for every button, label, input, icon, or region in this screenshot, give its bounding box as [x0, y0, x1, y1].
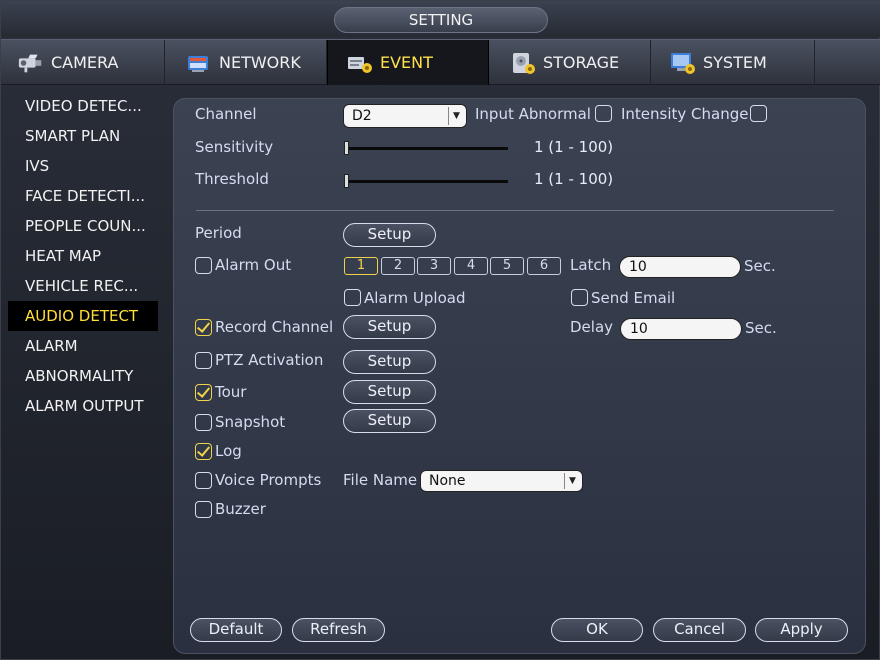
threshold-slider-track[interactable]: [345, 180, 508, 183]
storage-icon: [509, 51, 537, 75]
tab-system-label: SYSTEM: [703, 53, 767, 72]
default-button[interactable]: Default: [190, 618, 282, 642]
alarm-out-5-button[interactable]: 5: [490, 257, 524, 275]
record-channel-checkbox[interactable]: [195, 319, 212, 336]
voice-prompts-checkbox[interactable]: [195, 472, 212, 489]
event-icon: [346, 51, 374, 75]
alarm-upload-label: Alarm Upload: [364, 289, 466, 307]
tab-event-label: EVENT: [380, 53, 433, 72]
send-email-label: Send Email: [591, 289, 676, 307]
file-name-value: None: [429, 473, 466, 489]
tour-setup-button[interactable]: Setup: [343, 380, 436, 404]
channel-label: Channel: [195, 105, 257, 123]
latch-sec-label: Sec.: [744, 257, 776, 275]
tab-event[interactable]: EVENT: [327, 40, 489, 85]
channel-select[interactable]: D2 ▼: [343, 104, 467, 128]
sidebar: VIDEO DETEC... SMART PLAN IVS FACE DETEC…: [8, 91, 158, 421]
input-abnormal-label: Input Abnormal: [475, 105, 591, 123]
tab-system[interactable]: SYSTEM: [651, 40, 815, 85]
cancel-button[interactable]: Cancel: [653, 618, 746, 642]
sidebar-item-abnormality[interactable]: ABNORMALITY: [8, 361, 158, 391]
sidebar-item-audio-detect[interactable]: AUDIO DETECT: [8, 301, 158, 331]
sidebar-item-ivs[interactable]: IVS: [8, 151, 158, 181]
send-email-checkbox[interactable]: [571, 289, 588, 306]
threshold-label: Threshold: [195, 170, 269, 188]
channel-select-value: D2: [352, 108, 372, 124]
file-name-label: File Name: [343, 471, 418, 489]
tab-bar: CAMERA NETWORK EVENT STORAGE SYSTEM: [1, 39, 880, 85]
buzzer-checkbox[interactable]: [195, 501, 212, 518]
ptz-activation-label: PTZ Activation: [215, 351, 324, 369]
camera-icon: [17, 51, 45, 75]
alarm-out-2-button[interactable]: 2: [381, 257, 415, 275]
sensitivity-value: 1 (1 - 100): [534, 138, 614, 156]
alarm-out-6-button[interactable]: 6: [527, 257, 561, 275]
chevron-down-icon: ▼: [448, 107, 464, 125]
alarm-upload-checkbox[interactable]: [344, 289, 361, 306]
ptz-activation-checkbox[interactable]: [195, 352, 212, 369]
sidebar-item-people-count[interactable]: PEOPLE COUN...: [8, 211, 158, 241]
period-setup-button[interactable]: Setup: [343, 223, 436, 247]
tab-camera-label: CAMERA: [51, 53, 119, 72]
alarm-out-4-button[interactable]: 4: [454, 257, 488, 275]
tab-storage[interactable]: STORAGE: [489, 40, 651, 85]
alarm-out-1-button[interactable]: 1: [344, 257, 378, 275]
settings-window: SETTING CAMERA NETWORK EVENT STORAGE SYS…: [0, 0, 880, 660]
sidebar-item-face-detect[interactable]: FACE DETECTI...: [8, 181, 158, 211]
delay-input[interactable]: 10: [620, 318, 742, 340]
alarm-out-checkbox[interactable]: [195, 257, 212, 274]
snapshot-checkbox[interactable]: [195, 414, 212, 431]
tour-label: Tour: [215, 383, 247, 401]
title-bar: SETTING: [1, 1, 880, 37]
file-name-select[interactable]: None ▼: [420, 470, 583, 492]
sidebar-item-video-detect[interactable]: VIDEO DETEC...: [8, 91, 158, 121]
threshold-slider-thumb[interactable]: [344, 174, 349, 188]
sidebar-item-vehicle-rec[interactable]: VEHICLE REC...: [8, 271, 158, 301]
sensitivity-slider-thumb[interactable]: [344, 141, 349, 155]
intensity-change-checkbox[interactable]: [750, 105, 767, 122]
alarm-out-3-button[interactable]: 3: [417, 257, 451, 275]
threshold-value: 1 (1 - 100): [534, 170, 614, 188]
input-abnormal-checkbox[interactable]: [595, 105, 612, 122]
alarm-out-label: Alarm Out: [215, 256, 292, 274]
log-checkbox[interactable]: [195, 443, 212, 460]
log-label: Log: [215, 442, 242, 460]
tab-storage-label: STORAGE: [543, 53, 620, 72]
sidebar-item-alarm-output[interactable]: ALARM OUTPUT: [8, 391, 158, 421]
divider: [196, 210, 834, 211]
record-channel-setup-button[interactable]: Setup: [343, 315, 436, 339]
tour-checkbox[interactable]: [195, 384, 212, 401]
apply-button[interactable]: Apply: [755, 618, 848, 642]
refresh-button[interactable]: Refresh: [292, 618, 385, 642]
delay-label: Delay: [570, 318, 614, 336]
sidebar-item-heat-map[interactable]: HEAT MAP: [8, 241, 158, 271]
snapshot-setup-button[interactable]: Setup: [343, 409, 436, 433]
tab-network-label: NETWORK: [219, 53, 301, 72]
voice-prompts-label: Voice Prompts: [215, 471, 322, 489]
latch-input[interactable]: 10: [619, 256, 741, 278]
settings-panel: [173, 98, 866, 654]
chevron-down-icon: ▼: [564, 473, 580, 489]
latch-label: Latch: [570, 256, 612, 274]
tab-network[interactable]: NETWORK: [165, 40, 327, 85]
period-label: Period: [195, 224, 242, 242]
intensity-change-label: Intensity Change: [621, 105, 749, 123]
system-icon: [669, 51, 697, 75]
sensitivity-slider-track[interactable]: [345, 147, 508, 150]
tab-camera[interactable]: CAMERA: [1, 40, 165, 85]
sensitivity-label: Sensitivity: [195, 138, 274, 156]
window-title: SETTING: [334, 7, 548, 33]
sidebar-item-alarm[interactable]: ALARM: [8, 331, 158, 361]
buzzer-label: Buzzer: [215, 500, 266, 518]
sidebar-item-smart-plan[interactable]: SMART PLAN: [8, 121, 158, 151]
network-icon: [185, 51, 213, 75]
delay-sec-label: Sec.: [745, 319, 777, 337]
ptz-setup-button[interactable]: Setup: [343, 350, 436, 374]
record-channel-label: Record Channel: [215, 318, 334, 336]
ok-button[interactable]: OK: [551, 618, 643, 642]
snapshot-label: Snapshot: [215, 413, 286, 431]
